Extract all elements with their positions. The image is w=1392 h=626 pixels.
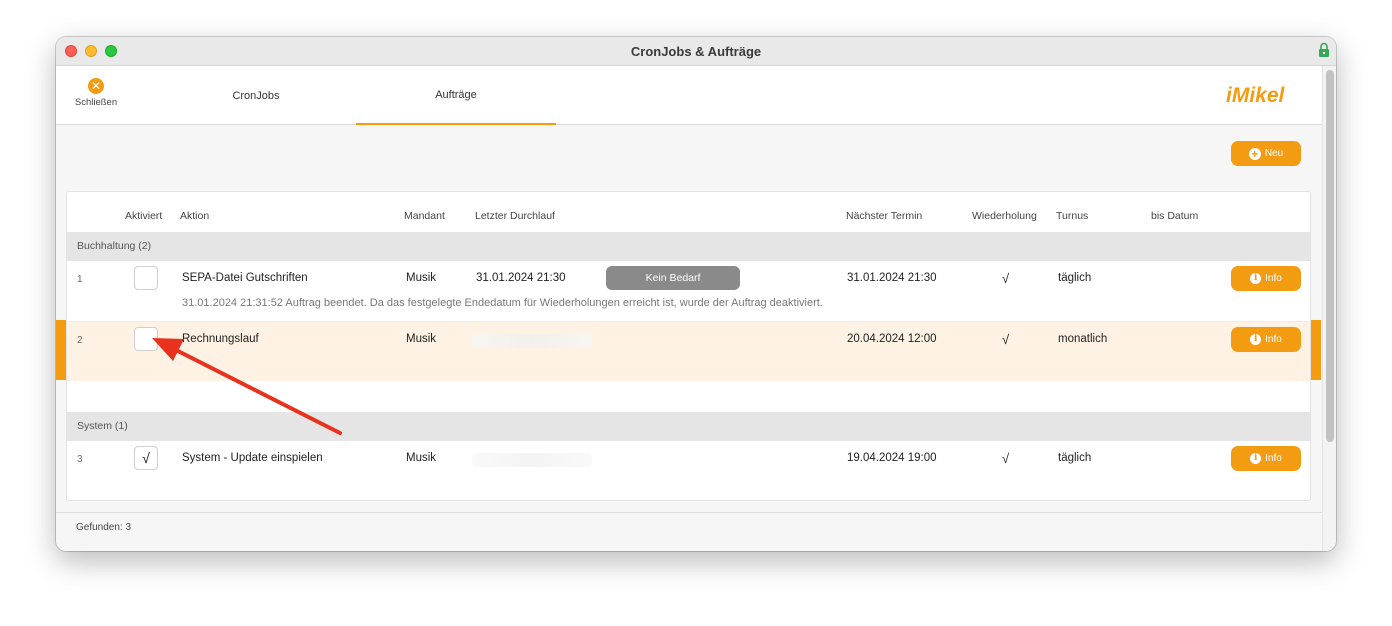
aktiviert-checkbox[interactable]: √ (134, 446, 158, 470)
info-button[interactable]: i Info (1231, 446, 1301, 471)
plus-icon: + (1248, 147, 1261, 160)
aktion-cell: Rechnungslauf (182, 333, 259, 345)
col-header-wiederholung[interactable]: Wiederholung (972, 210, 1037, 222)
table-row[interactable]: 1 SEPA-Datei Gutschriften Musik 31.01.20… (67, 261, 1310, 321)
selection-indicator-left (56, 320, 66, 380)
status-badge: Kein Bedarf (606, 266, 740, 290)
naechster-termin-cell: 20.04.2024 12:00 (847, 333, 937, 345)
aktiviert-checkbox[interactable] (134, 327, 158, 351)
scrollbar-thumb[interactable] (1326, 70, 1334, 442)
col-header-letzter-durchlauf[interactable]: Letzter Durchlauf (475, 210, 555, 222)
app-window: CronJobs & Aufträge ✕ Schließen CronJobs… (56, 37, 1336, 551)
aktion-cell: System - Update einspielen (182, 452, 323, 464)
close-icon: ✕ (88, 78, 104, 94)
col-header-naechster-termin[interactable]: Nächster Termin (846, 210, 922, 222)
table-row-selected[interactable]: 2 Rechnungslauf Musik 20.04.2024 12:00 √… (67, 321, 1310, 381)
col-header-turnus[interactable]: Turnus (1056, 210, 1088, 222)
toolbar: ✕ Schließen CronJobs Aufträge iMikel (56, 66, 1322, 125)
found-count: Gefunden: 3 (76, 522, 132, 533)
turnus-cell: monatlich (1058, 333, 1108, 345)
mandant-cell: Musik (406, 452, 437, 464)
window-controls (65, 45, 117, 57)
aktion-cell: SEPA-Datei Gutschriften (182, 272, 308, 284)
wiederholung-check-icon: √ (1002, 271, 1010, 286)
mandant-cell: Musik (406, 272, 437, 284)
naechster-termin-cell: 31.01.2024 21:30 (847, 272, 937, 284)
col-header-bis-datum[interactable]: bis Datum (1151, 210, 1198, 222)
naechster-termin-cell: 19.04.2024 19:00 (847, 452, 937, 464)
turnus-cell: täglich (1058, 452, 1092, 464)
redacted-area (472, 334, 592, 348)
col-header-aktion[interactable]: Aktion (180, 210, 209, 222)
new-button-label: Neu (1264, 148, 1284, 159)
selection-indicator-right (1311, 320, 1321, 380)
logo-text: iMikel (1226, 84, 1286, 107)
tab-cronjobs[interactable]: CronJobs (156, 66, 356, 125)
letzter-durchlauf-cell: 31.01.2024 21:30 (476, 272, 566, 284)
wiederholung-check-icon: √ (1002, 451, 1010, 466)
info-icon: i (1250, 334, 1262, 345)
close-label: Schließen (74, 97, 118, 108)
lock-icon (1319, 42, 1329, 57)
row-number: 2 (77, 335, 83, 346)
vertical-scrollbar[interactable] (1322, 66, 1336, 551)
jobs-table: Aktiviert Aktion Mandant Letzter Durchla… (66, 191, 1311, 501)
status-bar: Gefunden: 3 (56, 512, 1322, 551)
col-header-mandant[interactable]: Mandant (404, 210, 445, 222)
info-button-label: Info (1265, 453, 1282, 464)
close-window-button[interactable] (65, 45, 77, 57)
minimize-window-button[interactable] (85, 45, 97, 57)
close-button[interactable]: ✕ Schließen (70, 78, 122, 108)
row-number: 1 (77, 274, 83, 285)
turnus-cell: täglich (1058, 272, 1092, 284)
info-button[interactable]: i Info (1231, 266, 1301, 291)
group-header-system[interactable]: System (1) (67, 412, 1310, 441)
info-button-label: Info (1265, 334, 1282, 345)
info-button-label: Info (1265, 273, 1282, 284)
table-row[interactable]: 3 √ System - Update einspielen Musik 19.… (67, 441, 1310, 501)
zoom-window-button[interactable] (105, 45, 117, 57)
info-button[interactable]: i Info (1231, 327, 1301, 352)
tab-auftraege[interactable]: Aufträge (356, 66, 556, 125)
info-icon: i (1250, 453, 1262, 464)
col-header-aktiviert[interactable]: Aktiviert (125, 210, 162, 222)
wiederholung-check-icon: √ (1002, 332, 1010, 347)
window-title: CronJobs & Aufträge (630, 43, 762, 59)
aktiviert-checkbox[interactable] (134, 266, 158, 290)
job-message: 31.01.2024 21:31:52 Auftrag beendet. Da … (182, 297, 823, 309)
row-number: 3 (77, 454, 83, 465)
info-icon: i (1250, 273, 1262, 284)
group-header-buchhaltung[interactable]: Buchhaltung (2) (67, 232, 1310, 261)
imikel-logo: iMikel (1226, 84, 1286, 107)
redacted-area (472, 453, 592, 467)
title-bar: CronJobs & Aufträge (56, 37, 1336, 66)
mandant-cell: Musik (406, 333, 437, 345)
new-button[interactable]: + Neu (1231, 141, 1301, 166)
